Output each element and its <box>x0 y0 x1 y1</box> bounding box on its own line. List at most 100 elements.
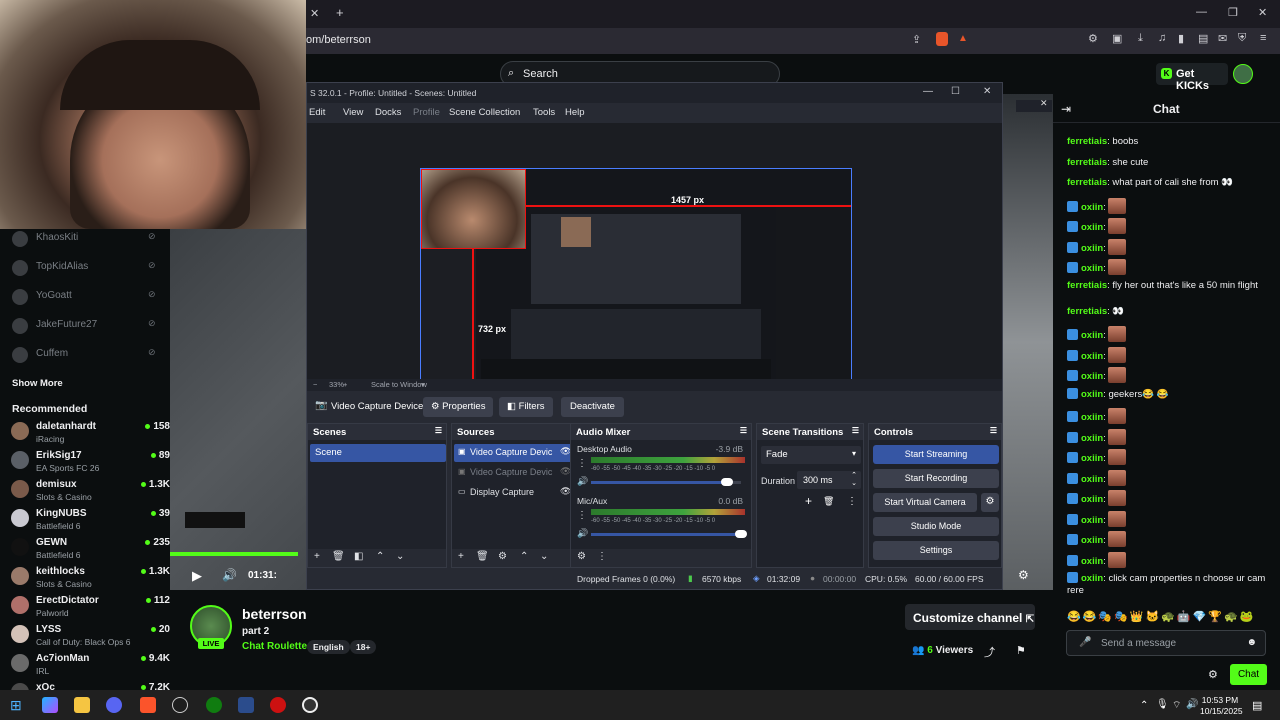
more-icon[interactable]: ⋮ <box>577 510 587 521</box>
chat-username[interactable]: oxiin <box>1081 389 1103 400</box>
screenshot-icon[interactable]: ▣ <box>1112 32 1122 45</box>
chat-username[interactable]: oxiin <box>1081 263 1103 274</box>
chat-input[interactable]: 🎤 Send a message ☻ <box>1066 630 1266 656</box>
start-recording-button[interactable]: Start Recording <box>873 469 999 488</box>
more-icon[interactable]: ⋮ <box>597 551 607 562</box>
download-icon[interactable]: ⤓ <box>1138 32 1143 45</box>
wallet-icon[interactable]: ▤ <box>1198 32 1208 45</box>
obs-menu-item[interactable]: View <box>343 107 363 118</box>
windows-start-icon[interactable]: ⊞ <box>10 697 26 713</box>
minimize-icon[interactable]: — <box>1196 6 1207 18</box>
url-text[interactable]: om/beterrson <box>306 34 371 46</box>
close-window-icon[interactable]: ✕ <box>1258 6 1267 19</box>
chat-username[interactable]: oxiin <box>1081 573 1103 584</box>
volume-icon[interactable]: 🔊 <box>222 568 237 582</box>
move-down-icon[interactable]: ⌄ <box>396 551 404 562</box>
deactivate-button[interactable]: Deactivate <box>561 397 624 417</box>
scene-item[interactable]: Scene <box>310 444 446 462</box>
obs-minimize-icon[interactable]: — <box>923 86 933 97</box>
sidebar-icon[interactable]: ▮ <box>1178 32 1184 45</box>
dock-menu-icon[interactable]: ☰ <box>740 426 747 435</box>
notification-icon[interactable]: ▤ <box>1252 699 1262 712</box>
chat-settings-icon[interactable]: ⚙ <box>1208 668 1218 681</box>
volume-slider-handle[interactable] <box>735 530 747 538</box>
chat-username[interactable]: ferretiais <box>1067 177 1107 188</box>
more-icon[interactable]: ⋮ <box>847 496 857 507</box>
copilot-icon[interactable] <box>42 697 58 713</box>
chat-username[interactable]: oxiin <box>1081 433 1103 444</box>
chat-username[interactable]: oxiin <box>1081 453 1103 464</box>
filter-icon[interactable]: ◧ <box>354 551 363 562</box>
player-settings-icon[interactable]: ⚙ <box>1018 568 1029 582</box>
recommended-item[interactable]: daletanhardt iRacing 158 <box>10 418 170 447</box>
start-virtual-camera-button[interactable]: Start Virtual Camera <box>873 493 977 512</box>
file-explorer-icon[interactable] <box>74 697 90 713</box>
scale-mode[interactable]: Scale to Window <box>371 380 427 389</box>
chat-username[interactable]: oxiin <box>1081 202 1103 213</box>
recommended-item[interactable]: ErikSig17 EA Sports FC 26 89 <box>10 447 170 476</box>
close-tab-icon[interactable]: ✕ <box>310 7 319 20</box>
tag-mature[interactable]: 18+ <box>350 640 377 654</box>
chat-username[interactable]: oxiin <box>1081 515 1103 526</box>
mic-icon[interactable]: 🎤 <box>1079 637 1091 648</box>
chat-username[interactable]: oxiin <box>1081 222 1103 233</box>
emote-bar[interactable]: 😂😂🎭🎭👑🐱🐢🤖💎🏆🐢🐸 <box>1067 610 1267 624</box>
mic-tray-icon[interactable]: 🎙 <box>1156 699 1169 710</box>
background-close-icon[interactable]: ✕ <box>1040 98 1048 109</box>
following-item[interactable]: YoGoatt ⊘ <box>10 286 170 308</box>
xbox-icon[interactable] <box>206 697 222 713</box>
stepper-icon[interactable]: ⌃ ⌄ <box>851 472 857 488</box>
studio-mode-button[interactable]: Studio Mode <box>873 517 999 536</box>
chat-username[interactable]: oxiin <box>1081 371 1103 382</box>
emoji-icon[interactable]: ☻ <box>1246 637 1257 648</box>
chat-username[interactable]: oxiin <box>1081 351 1103 362</box>
move-down-icon[interactable]: ⌄ <box>540 551 548 562</box>
trash-icon[interactable]: 🗑 <box>476 551 489 562</box>
new-tab-button[interactable]: + <box>336 5 344 20</box>
captured-webcam-source[interactable] <box>421 169 526 249</box>
volume-slider[interactable] <box>591 481 741 484</box>
restore-icon[interactable]: ❐ <box>1228 6 1238 19</box>
chat-username[interactable]: oxiin <box>1081 243 1103 254</box>
speaker-icon[interactable]: 🔊 <box>577 528 588 539</box>
obs-close-icon[interactable]: ✕ <box>983 86 991 97</box>
chat-username[interactable]: oxiin <box>1081 412 1103 423</box>
get-kicks-button[interactable]: K Get KICKs <box>1156 63 1228 92</box>
scale-dropdown-icon[interactable]: ▾ <box>421 380 425 389</box>
mixer-settings-icon[interactable]: ⚙ <box>577 551 586 562</box>
recommended-item[interactable]: keithlocks Slots & Casino 1.3K <box>10 563 170 592</box>
recommended-item[interactable]: ErectDictator Palworld 112 <box>10 592 170 621</box>
obs-menu-item[interactable]: Scene Collection <box>449 107 520 118</box>
channel-name[interactable]: beterrson <box>242 606 307 622</box>
vpn-icon[interactable]: ⛨ <box>1238 32 1246 45</box>
transition-select[interactable]: Fade ▾ <box>761 446 861 464</box>
speaker-icon[interactable]: 🔊 <box>577 476 588 487</box>
recommended-item[interactable]: KingNUBS Battlefield 6 39 <box>10 505 170 534</box>
share-icon[interactable]: ⇪ <box>912 33 921 46</box>
move-up-icon[interactable]: ⌃ <box>376 551 384 562</box>
user-avatar[interactable] <box>1233 64 1253 84</box>
obs-menu-item[interactable]: Tools <box>533 107 555 118</box>
zoom-in-icon[interactable]: + <box>343 380 347 389</box>
tray-expand-icon[interactable]: ⌃ <box>1140 700 1148 711</box>
chat-username[interactable]: oxiin <box>1081 535 1103 546</box>
recorder-icon[interactable] <box>270 697 286 713</box>
trash-icon[interactable]: 🗑 <box>823 496 834 507</box>
tag-language[interactable]: English <box>307 640 350 654</box>
chat-username[interactable]: ferretiais <box>1067 306 1107 317</box>
taskbar-clock[interactable]: 10:53 PM 10/15/2025 <box>1200 695 1243 717</box>
zoom-out-icon[interactable]: − <box>313 380 317 389</box>
move-up-icon[interactable]: ⌃ <box>520 551 528 562</box>
music-icon[interactable]: ♫ <box>1158 32 1166 44</box>
obs-menu-item[interactable]: Docks <box>375 107 401 118</box>
video-progress[interactable] <box>170 552 278 556</box>
chat-username[interactable]: oxiin <box>1081 494 1103 505</box>
obs-taskbar-icon[interactable] <box>302 697 318 713</box>
following-item[interactable]: Cuffem ⊘ <box>10 344 170 366</box>
brave-shield-icon[interactable] <box>936 32 948 46</box>
following-item[interactable]: TopKidAlias ⊘ <box>10 257 170 279</box>
user-add-icon[interactable]: ⚑ <box>1016 644 1026 657</box>
chat-username[interactable]: ferretiais <box>1067 136 1107 147</box>
show-more-link[interactable]: Show More <box>12 378 63 389</box>
share-icon[interactable]: ⤴ <box>984 644 995 660</box>
